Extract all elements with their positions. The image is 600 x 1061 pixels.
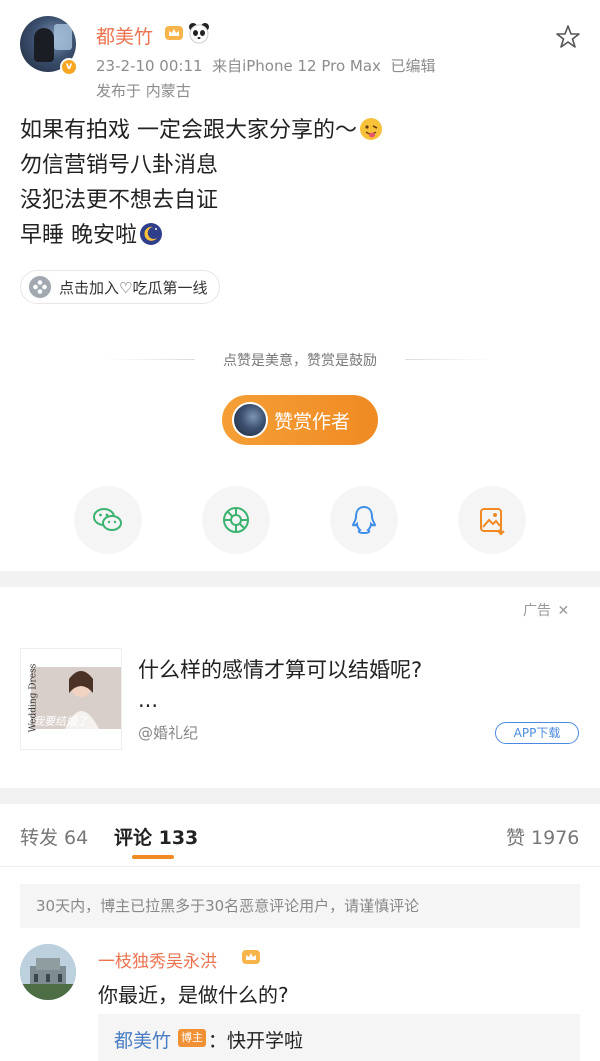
save-image-button[interactable] [458,486,526,554]
section-separator [0,571,600,587]
author-name[interactable]: 都美竹 [96,22,153,49]
reply-text: ：快开学啦 [208,1030,304,1052]
reward-author-button[interactable]: 赞赏作者 [222,395,378,445]
tongue-face-emoji-icon [360,118,382,140]
ad-app-download-button[interactable]: APP下载 [495,722,579,744]
post-line: 早睡 晚安啦 [20,223,137,248]
post-content: 如果有拍戏 一定会跟大家分享的～ 勿信营销号八卦消息 没犯法更不想去自证 早睡 … [20,113,383,253]
post-line: 如果有拍戏 一定会跟大家分享的～ [20,118,357,143]
commenter-avatar[interactable] [20,944,76,1000]
author-badge: 博主 [178,1029,206,1047]
post-line: 没犯法更不想去自证 [20,188,219,213]
tab-repost[interactable]: 转发 64 [20,823,88,850]
share-qq-button[interactable] [330,486,398,554]
wechat-icon [93,508,122,531]
share-moments-button[interactable] [202,486,270,554]
reward-prompt: 点赞是美意，赞赏是鼓励 [223,353,377,369]
active-tab-indicator [132,855,174,859]
favorite-star-icon[interactable] [555,24,581,50]
ad-label: 广告 ✕ [523,600,569,620]
flower-icon [29,276,51,298]
ad-ellipsis: ... [138,688,159,712]
comment-notice: 30天内，博主已拉黑多于30名恶意评论用户，请谨慎评论 [20,884,580,928]
panda-icon [189,23,209,44]
crown-icon [242,950,260,964]
ad-source[interactable]: @婚礼纪 [138,722,198,743]
topic-label: 点击加入♡吃瓜第一线 [59,278,208,297]
post-time-source: 23-2-10 00:11 来自iPhone 12 Pro Max 已编辑 [96,57,436,75]
qq-icon [351,505,377,535]
share-wechat-button[interactable] [74,486,142,554]
post-line: 勿信营销号八卦消息 [20,153,219,178]
verified-badge-icon: v [60,58,78,76]
ad-close-icon[interactable]: ✕ [557,603,569,619]
reward-avatar [232,402,268,438]
crown-icon [165,26,183,40]
ad-thumbnail[interactable]: 我要结婚了 Wedding Dress [20,648,122,750]
post-location: 发布于 内蒙古 [96,82,191,100]
reply-username[interactable]: 都美竹 [114,1026,171,1053]
moon-emoji-icon [140,223,162,245]
section-separator [0,788,600,804]
ad-label-text: 广告 [523,603,551,619]
save-image-icon [480,508,505,536]
commenter-name[interactable]: 一枝独秀吴永洪 [98,947,217,972]
tab-likes[interactable]: 赞 1976 [506,823,579,850]
ad-thumb-side-text: Wedding Dress [28,663,39,733]
ad-title[interactable]: 什么样的感情才算可以结婚呢? [138,655,422,685]
tab-comments[interactable]: 评论 133 [114,823,198,850]
moments-icon [223,507,249,533]
comment-text: 你最近，是做什么的? [98,983,289,1007]
reward-button-label: 赞赏作者 [274,410,351,433]
tab-divider [0,866,600,867]
topic-chip[interactable]: 点击加入♡吃瓜第一线 [20,270,221,304]
ad-thumb-caption: 我要结婚了 [33,715,88,728]
